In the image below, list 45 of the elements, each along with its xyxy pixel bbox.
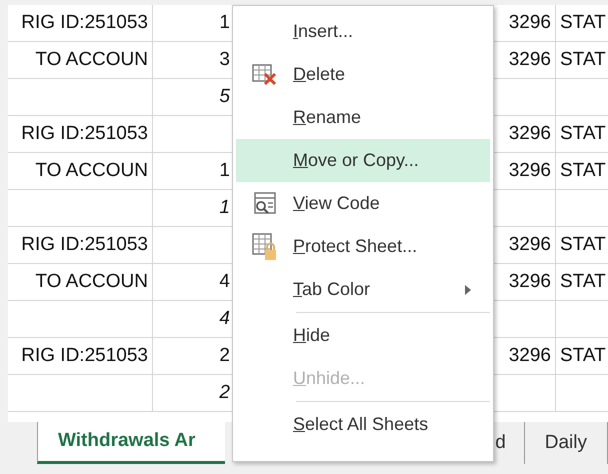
cell-text: 4: [219, 270, 230, 294]
cell-text: 1: [219, 10, 230, 35]
cell-text: RIG ID:251053: [21, 10, 148, 35]
cell-text: 5: [219, 84, 230, 109]
menu-item[interactable]: Hide: [236, 314, 490, 357]
magnifier-document-icon: [252, 192, 278, 216]
cell-text: 4: [219, 306, 230, 331]
submenu-arrow-icon: [464, 284, 472, 296]
cell-text: RIG ID:251053: [21, 232, 148, 257]
cell-text: 3296: [508, 344, 551, 368]
cell-text: STAT: [560, 158, 606, 183]
cell-text: STAT: [560, 122, 606, 146]
menu-item[interactable]: Protect Sheet...: [236, 225, 490, 268]
sheet-tab[interactable]: Daily: [524, 422, 608, 464]
cell-text: 1: [219, 196, 230, 220]
cell-text: TO ACCOUN: [34, 270, 148, 294]
cell-text: STAT: [560, 10, 606, 35]
cell-text: RIG ID:251053: [21, 344, 148, 368]
cell-text: 1: [219, 158, 230, 183]
cell-text: TO ACCOUN: [34, 48, 148, 72]
sheet-tab[interactable]: Withdrawals Ar: [37, 422, 226, 464]
cell-text: 3296: [508, 10, 551, 35]
menu-item[interactable]: Delete: [236, 53, 490, 96]
cell-text: RIG ID:251053: [21, 122, 148, 146]
cell-text: STAT: [560, 232, 606, 257]
cell-text: STAT: [560, 344, 606, 368]
menu-item[interactable]: Tab Color: [236, 268, 490, 311]
menu-item[interactable]: Move or Copy...: [236, 139, 490, 182]
cell-text: 3296: [508, 158, 551, 183]
cell-text: 3296: [508, 270, 551, 294]
cell-text: STAT: [560, 48, 606, 72]
cell-text: 3296: [508, 232, 551, 257]
cell-text: 3296: [508, 122, 551, 146]
menu-item[interactable]: View Code: [236, 182, 490, 225]
delete-sheet-icon: [252, 62, 278, 86]
cell-text: 3: [219, 48, 230, 72]
cell-text: 2: [219, 380, 230, 405]
menu-item[interactable]: Insert...: [236, 10, 490, 53]
cell-text: 2: [219, 344, 230, 368]
cell-text: 3296: [508, 48, 551, 72]
locked-sheet-icon: [252, 232, 278, 260]
menu-item[interactable]: Rename: [236, 96, 490, 139]
cell-text: TO ACCOUN: [34, 158, 148, 183]
menu-item[interactable]: Select All Sheets: [236, 403, 490, 446]
cell-text: STAT: [560, 270, 606, 294]
